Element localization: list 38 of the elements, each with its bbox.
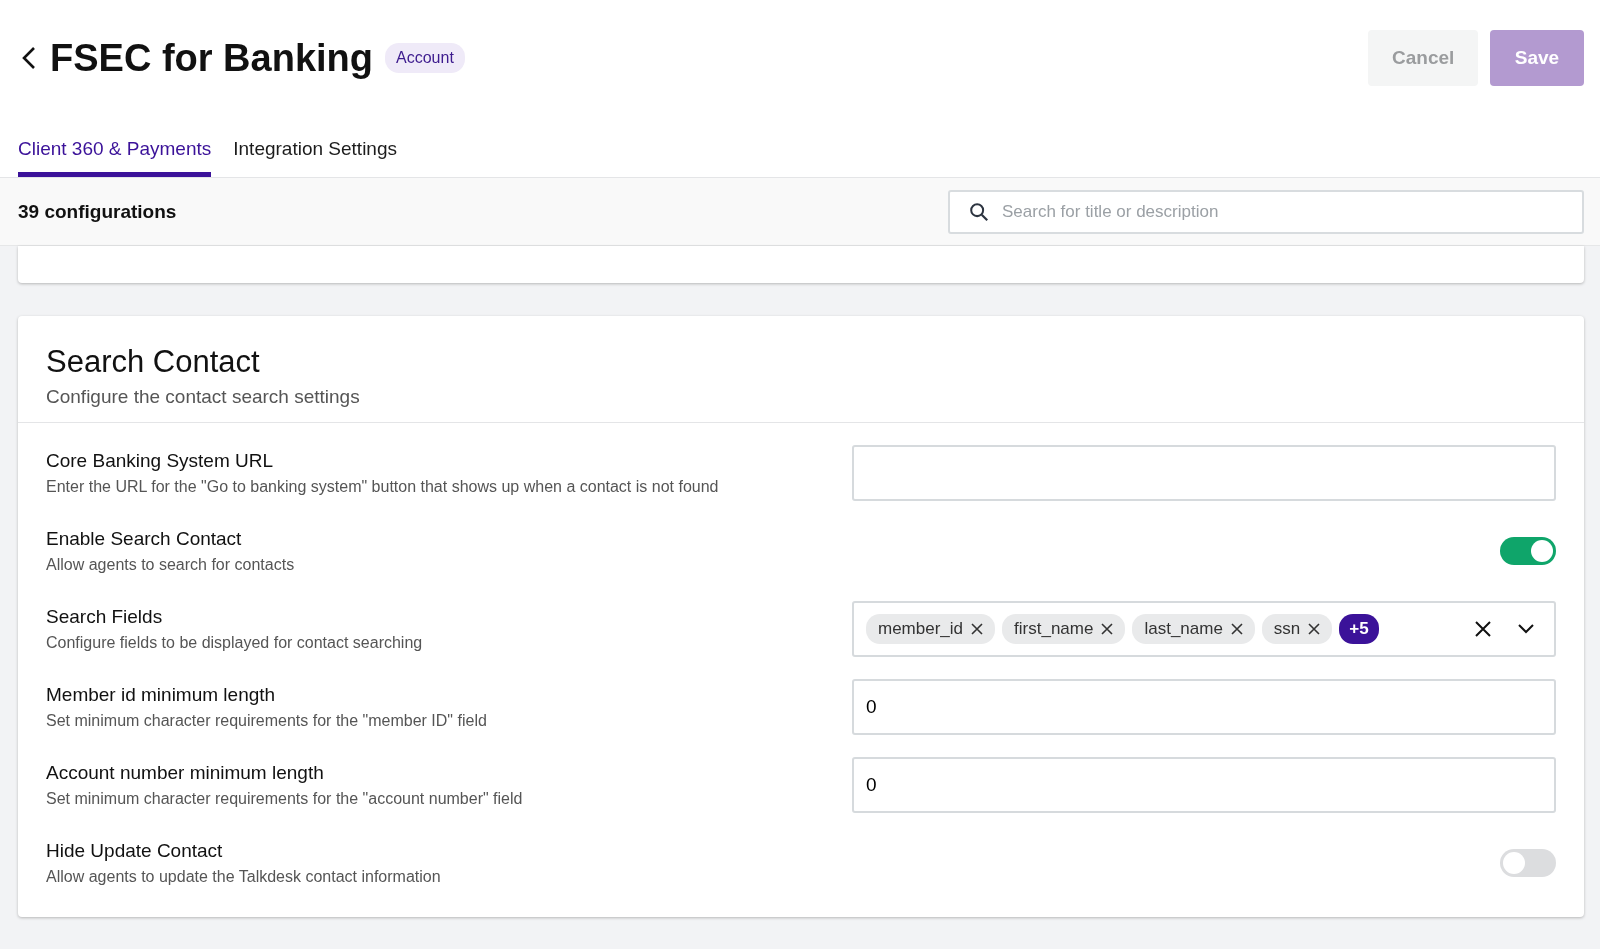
- tag-label: last_name: [1144, 619, 1223, 639]
- setting-label: Core Banking System URL: [46, 450, 275, 472]
- account-badge: Account: [385, 43, 465, 73]
- remove-icon[interactable]: [971, 623, 984, 635]
- search-field[interactable]: Search for title or description: [948, 189, 1584, 234]
- tag-label: first_name: [1014, 619, 1094, 639]
- section-subtitle: Configure the contact search settings: [46, 386, 361, 408]
- tag-label: member_id: [878, 619, 964, 639]
- setting-description: Allow agents to update the Talkdesk contact information: [46, 868, 441, 886]
- remove-icon[interactable]: [1101, 623, 1114, 635]
- tab[interactable]: Integration Settings: [233, 138, 397, 177]
- clear-icon[interactable]: [1475, 621, 1491, 637]
- input-field[interactable]: 0: [852, 757, 1556, 813]
- section-title: Search Contact: [46, 344, 261, 380]
- setting-description: Set minimum character requirements for the "account number" field: [46, 790, 523, 808]
- toggle-switch[interactable]: [1500, 537, 1556, 565]
- back-chevron-icon[interactable]: [22, 46, 36, 70]
- setting-label: Account number minimum length: [46, 762, 325, 784]
- input-field[interactable]: [852, 445, 1556, 501]
- setting-label: Hide Update Contact: [46, 840, 224, 862]
- more-count-badge: +5: [1339, 614, 1379, 644]
- setting-label: Member id minimum length: [46, 684, 277, 706]
- multi-select-field[interactable]: member_id first_name last_name ssn +5: [852, 601, 1556, 657]
- setting-description: Configure fields to be displayed for contact searching: [46, 634, 423, 652]
- toggle-switch[interactable]: [1500, 849, 1556, 877]
- setting-description: Enter the URL for the "Go to banking system" button that shows up when a contact is not found: [46, 478, 719, 496]
- chevron-down-icon[interactable]: [1518, 624, 1534, 634]
- search-icon: [968, 200, 990, 223]
- remove-icon[interactable]: [1308, 623, 1321, 635]
- setting-label: Enable Search Contact: [46, 528, 243, 550]
- input-field[interactable]: 0: [852, 679, 1556, 735]
- page-title: FSEC for Banking: [50, 36, 374, 80]
- setting-label: Search Fields: [46, 606, 164, 628]
- setting-description: Allow agents to search for contacts: [46, 556, 295, 574]
- setting-description: Set minimum character requirements for the "member ID" field: [46, 712, 487, 730]
- configuration-count: 39 configurations: [18, 200, 177, 223]
- tag-label: ssn: [1273, 619, 1301, 639]
- remove-icon[interactable]: [1230, 623, 1243, 635]
